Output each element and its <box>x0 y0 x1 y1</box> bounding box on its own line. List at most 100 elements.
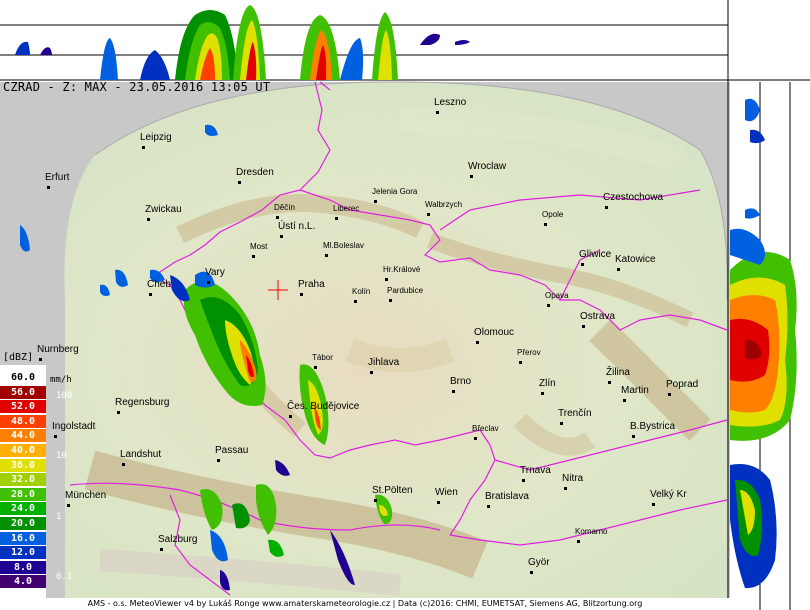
city-label: Nurnberg <box>37 344 79 355</box>
city-label: Trnava <box>520 465 551 476</box>
city-dot <box>582 325 585 328</box>
city-label: Ml.Boleslav <box>323 241 364 250</box>
city-label: B.Bystrica <box>630 421 676 432</box>
city-dot <box>560 422 563 425</box>
legend-level: 52.0 <box>0 400 46 414</box>
city-dot <box>335 217 338 220</box>
city-label: Leszno <box>434 97 467 108</box>
right-profile-panel <box>727 80 810 610</box>
city-label: Brno <box>450 376 472 387</box>
city-label: Györ <box>528 557 550 568</box>
city-dot <box>476 341 479 344</box>
city-label: Nitra <box>562 473 584 484</box>
city-dot <box>530 571 533 574</box>
city-dot <box>470 175 473 178</box>
city-label: Jelenia Gora <box>372 187 418 196</box>
city-dot <box>370 371 373 374</box>
city-dot <box>207 281 210 284</box>
city-label: Passau <box>215 445 249 456</box>
legend-level: 60.0 <box>0 371 46 384</box>
city-dot <box>577 540 580 543</box>
city-label: Zwickau <box>145 204 182 215</box>
city-label: Salzburg <box>158 534 198 545</box>
rain-rate-label: 0.1 <box>56 572 73 582</box>
terrain-layer <box>64 81 728 598</box>
city-label: Žilina <box>606 367 630 378</box>
city-label: Vary <box>205 267 225 278</box>
city-label: Velký Kr <box>650 489 687 500</box>
city-dot <box>149 293 152 296</box>
legend-unit: [dBZ] <box>3 352 34 363</box>
city-dot <box>217 459 220 462</box>
city-dot <box>47 186 50 189</box>
city-label: Tábor <box>312 353 333 362</box>
city-dot <box>487 505 490 508</box>
city-dot <box>289 415 292 418</box>
top-profile-panel <box>0 0 810 81</box>
city-dot <box>122 463 125 466</box>
city-label: Opava <box>545 291 569 300</box>
rain-rate-label: 1 <box>56 512 62 522</box>
legend-level: 24.0 <box>0 502 46 516</box>
city-dot <box>427 213 430 216</box>
city-dot <box>300 293 303 296</box>
city-dot <box>238 181 241 184</box>
city-label: Přerov <box>517 348 541 357</box>
legend-level: 48.0 <box>0 414 46 428</box>
city-dot <box>581 263 584 266</box>
city-label: Břeclav <box>472 424 499 433</box>
legend-level: 12.0 <box>0 546 46 560</box>
city-label: Olomouc <box>474 327 515 338</box>
city-dot <box>389 299 392 302</box>
city-label: Zlín <box>539 378 556 389</box>
city-label: Pardubice <box>387 286 424 295</box>
city-label: Poprad <box>666 379 699 390</box>
city-dot <box>541 392 544 395</box>
city-dot <box>617 268 620 271</box>
city-label: Hr.Králové <box>383 265 421 274</box>
legend-level: 16.0 <box>0 531 46 545</box>
city-label: Erfurt <box>45 172 70 183</box>
city-label: Katowice <box>615 254 656 265</box>
city-dot <box>608 381 611 384</box>
city-dot <box>452 390 455 393</box>
city-label: Praha <box>298 279 325 290</box>
city-label: Dresden <box>236 167 274 178</box>
city-dot <box>522 479 525 482</box>
city-dot <box>385 278 388 281</box>
radar-map-view: CZRAD - Z: MAX - 23.05.2016 13:05 UT Les… <box>0 0 810 610</box>
city-dot <box>314 366 317 369</box>
legend-level: 28.0 <box>0 487 46 501</box>
rain-rate-label: 10 <box>56 451 67 461</box>
city-label: Walbrzych <box>425 200 463 209</box>
city-label: Děčín <box>274 203 295 212</box>
city-dot <box>354 300 357 303</box>
city-label: Ingolstadt <box>52 421 96 432</box>
city-dot <box>374 499 377 502</box>
city-dot <box>652 503 655 506</box>
legend-level: 40.0 <box>0 444 46 457</box>
city-label: Čes. Budějovice <box>287 401 360 412</box>
city-label: Gliwice <box>579 249 612 260</box>
city-dot <box>519 361 522 364</box>
city-dot <box>160 548 163 551</box>
city-label: St.Pölten <box>372 485 413 496</box>
city-dot <box>544 223 547 226</box>
city-dot <box>668 393 671 396</box>
city-dot <box>117 411 120 414</box>
city-label: Ostrava <box>580 311 616 322</box>
city-dot <box>325 254 328 257</box>
city-label: Wien <box>435 487 458 498</box>
city-dot <box>276 216 279 219</box>
legend-level: 44.0 <box>0 429 46 443</box>
city-label: Czestochowa <box>603 192 664 203</box>
city-dot <box>280 235 283 238</box>
credit-bar: AMS - o.s. MeteoViewer v4 by Lukáš Ronge… <box>0 598 730 610</box>
city-label: Wroclaw <box>468 161 507 172</box>
city-label: Ústí n.L. <box>278 221 316 232</box>
city-dot <box>39 358 42 361</box>
city-dot <box>436 111 439 114</box>
city-label: Opole <box>542 210 564 219</box>
city-dot <box>252 255 255 258</box>
city-label: Bratislava <box>485 491 529 502</box>
